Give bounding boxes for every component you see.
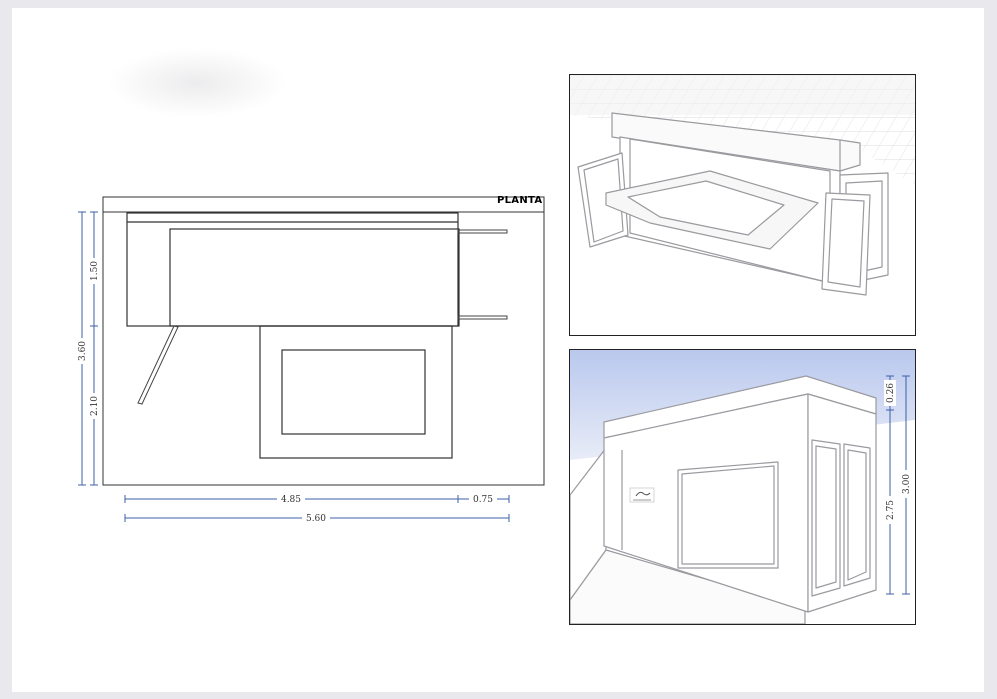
render-open-kiosk	[569, 74, 916, 336]
dim-extension: 0.75	[473, 495, 493, 505]
dim-main-length: 4.85	[281, 495, 301, 505]
plan-frame	[102, 196, 545, 486]
dim-roof-band: 0.26	[886, 383, 896, 403]
dim-total-length: 5.60	[306, 514, 326, 524]
dim-wall-height: 2.75	[886, 500, 896, 520]
dim-total-height: 3.60	[78, 341, 88, 361]
dim-lower-height: 2.10	[90, 396, 100, 416]
render-closed-kiosk-drawing: 0.26 2.75 3.00	[570, 350, 915, 624]
render-closed-kiosk: 0.26 2.75 3.00	[569, 349, 916, 625]
dim-upper-height: 1.50	[90, 261, 100, 281]
logo-plaque	[629, 487, 655, 503]
dim-total-elevation: 3.00	[902, 474, 912, 494]
plan-vertical-dim-labels: 3.60 1.50 2.10	[76, 258, 100, 419]
render-open-kiosk-drawing	[570, 75, 915, 335]
kiosk-outline	[126, 212, 460, 459]
plan-title: PLANTA	[497, 195, 543, 206]
plan-horizontal-dim-labels: 4.85 0.75 5.60	[277, 493, 497, 524]
